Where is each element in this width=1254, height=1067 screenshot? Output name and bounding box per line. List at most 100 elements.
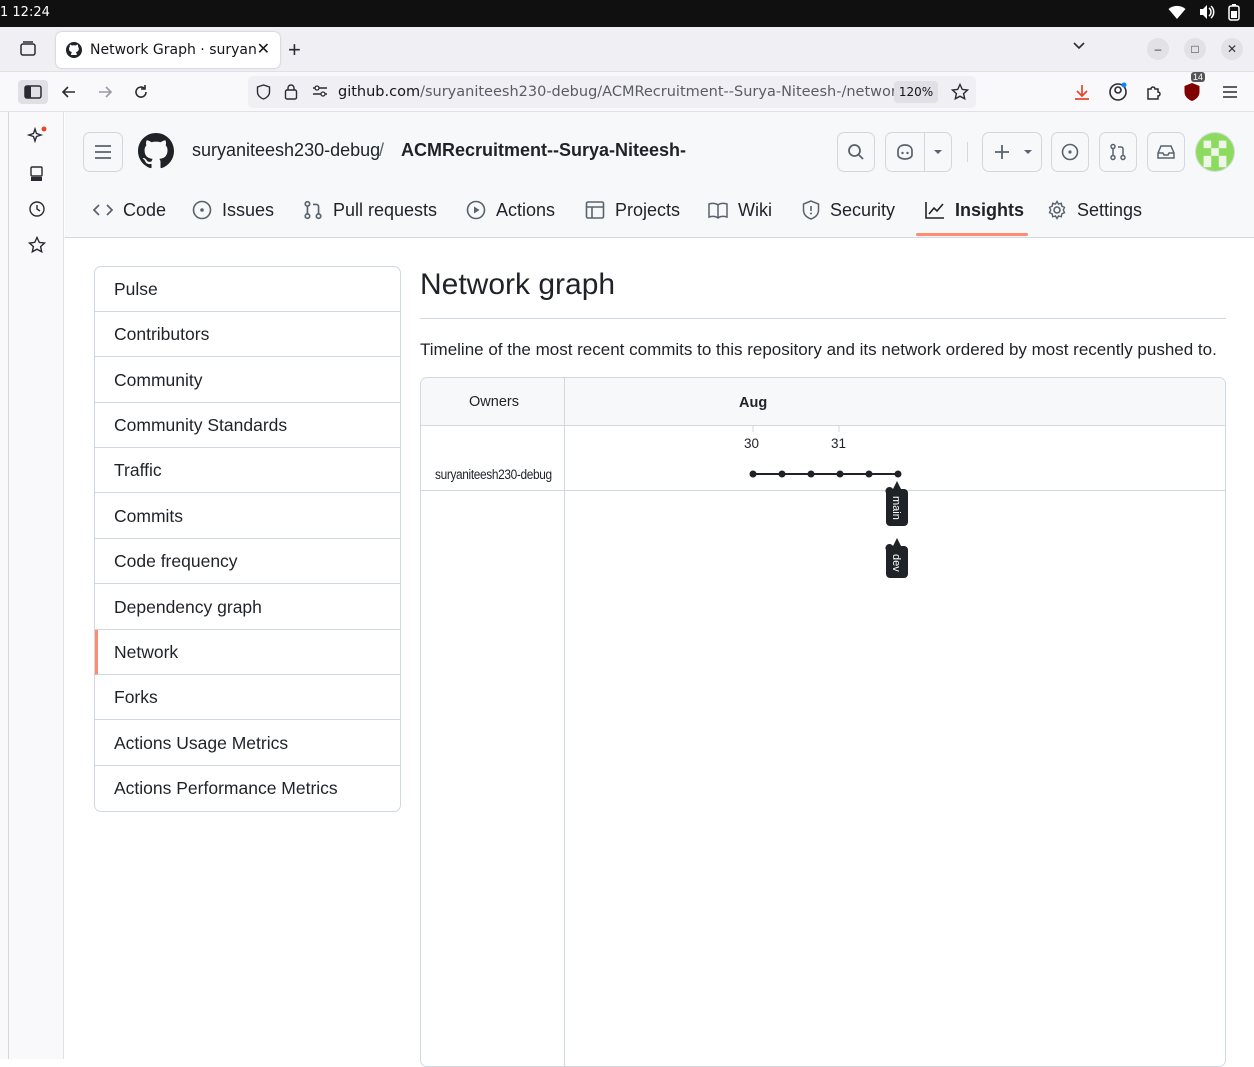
- breadcrumb-separator: /: [379, 140, 385, 160]
- os-top-bar: 1 12:24: [0, 0, 1254, 27]
- network-graph[interactable]: Owners Aug 30 31 suryaniteesh230-debug m…: [420, 377, 1226, 1067]
- hamburger-menu-icon[interactable]: [1218, 80, 1242, 104]
- tab-code[interactable]: Code: [93, 195, 166, 225]
- tab-wiki-label: Wiki: [738, 199, 772, 220]
- tab-actions-label: Actions: [496, 199, 556, 220]
- github-logo-icon[interactable]: [138, 133, 174, 174]
- tab-insights[interactable]: Insights: [925, 195, 1024, 225]
- zoom-level-badge[interactable]: 120%: [894, 81, 938, 103]
- commit-dot[interactable]: [836, 470, 844, 478]
- tab-code-label: Code: [123, 199, 167, 220]
- tab-actions[interactable]: Actions: [466, 195, 555, 225]
- tab-security[interactable]: Security: [802, 195, 895, 225]
- lock-icon[interactable]: [284, 83, 298, 104]
- window-maximize-button[interactable]: □: [1184, 38, 1206, 60]
- hamburger-icon: [95, 145, 111, 159]
- browser-sidebar: [0, 112, 64, 1059]
- menu-item-community-standards[interactable]: Community Standards: [95, 403, 400, 448]
- create-new-button[interactable]: [982, 132, 1042, 172]
- menu-item-pulse[interactable]: Pulse: [95, 267, 400, 312]
- github-favicon-icon: [66, 42, 82, 58]
- address-bar[interactable]: github.com/suryaniteesh230-debug/ACMRecr…: [248, 76, 976, 108]
- tab-title: Network Graph · suryaniteesh230: [90, 42, 256, 58]
- browser-tab-active[interactable]: Network Graph · suryaniteesh230 ✕: [56, 32, 280, 68]
- github-repo-header: suryaniteesh230-debug / ACMRecruitment--…: [65, 112, 1254, 238]
- tab-issues-label: Issues: [222, 199, 275, 220]
- git-pull-request-icon: [304, 200, 322, 220]
- menu-item-code-frequency[interactable]: Code frequency: [95, 539, 400, 584]
- commit-graph-canvas: main dev: [749, 425, 908, 578]
- global-nav-menu-button[interactable]: [83, 132, 123, 172]
- account-icon[interactable]: [1106, 80, 1130, 104]
- tab-issues[interactable]: Issues: [192, 195, 274, 225]
- window-close-button[interactable]: ✕: [1221, 38, 1243, 60]
- ublock-extension-icon[interactable]: 14: [1180, 72, 1206, 104]
- ai-sparkle-icon[interactable]: [26, 125, 48, 147]
- play-icon: [466, 200, 486, 220]
- menu-item-actions-usage-metrics[interactable]: Actions Usage Metrics: [95, 721, 400, 766]
- menu-item-network[interactable]: Network: [95, 630, 400, 675]
- url-path: /suryaniteesh230-debug/ACMRecruitment--S…: [420, 84, 906, 100]
- commit-dot[interactable]: [865, 470, 873, 478]
- inbox-icon: [1157, 145, 1175, 159]
- tab-list-chevron-icon[interactable]: [1071, 37, 1087, 58]
- synced-tabs-icon[interactable]: [26, 163, 48, 185]
- branch-label-main[interactable]: main: [885, 481, 908, 526]
- tab-settings[interactable]: Settings: [1047, 195, 1142, 225]
- title-divider: [420, 318, 1226, 319]
- avatar[interactable]: [1195, 132, 1235, 172]
- commit-dot[interactable]: [807, 470, 815, 478]
- menu-item-commits[interactable]: Commits: [95, 494, 400, 539]
- commit-dot[interactable]: [894, 470, 902, 478]
- menu-item-actions-performance-metrics[interactable]: Actions Performance Metrics: [95, 766, 400, 811]
- menu-item-forks[interactable]: Forks: [95, 675, 400, 720]
- tab-projects-label: Projects: [615, 199, 681, 220]
- inbox-button[interactable]: [1147, 132, 1185, 172]
- insights-side-menu: Pulse Contributors Community Community S…: [94, 266, 401, 812]
- breadcrumb-repo[interactable]: ACMRecruitment--Surya-Niteesh-: [401, 140, 686, 161]
- system-tray[interactable]: [1168, 4, 1240, 21]
- tab-pull-requests[interactable]: Pull requests: [303, 195, 437, 225]
- issue-opened-icon: [1061, 143, 1079, 161]
- downloads-icon[interactable]: [1070, 80, 1094, 104]
- extension-badge-count: 14: [1191, 72, 1206, 82]
- breadcrumb-owner[interactable]: suryaniteesh230-debug: [192, 140, 380, 161]
- sidebar-toggle-icon[interactable]: [18, 80, 48, 104]
- tracking-shield-icon[interactable]: [256, 84, 271, 104]
- commit-dot[interactable]: [778, 470, 786, 478]
- table-icon: [585, 201, 605, 219]
- branch-label-dev[interactable]: dev: [885, 538, 908, 578]
- commit-dot[interactable]: [749, 470, 757, 478]
- menu-item-traffic[interactable]: Traffic: [95, 448, 400, 493]
- tab-projects[interactable]: Projects: [585, 195, 680, 225]
- url-text[interactable]: github.com/suryaniteesh230-debug/ACMRecr…: [338, 84, 905, 100]
- menu-item-community[interactable]: Community: [95, 358, 400, 403]
- gear-icon: [1048, 200, 1066, 220]
- extensions-puzzle-icon[interactable]: [1142, 80, 1166, 104]
- bookmarks-star-icon[interactable]: [26, 234, 48, 256]
- plus-icon: [995, 145, 1009, 159]
- bookmark-star-icon[interactable]: [950, 82, 970, 105]
- menu-item-contributors[interactable]: Contributors: [95, 312, 400, 357]
- search-button[interactable]: [837, 132, 875, 172]
- new-tab-button[interactable]: +: [288, 37, 301, 63]
- back-arrow-icon[interactable]: [57, 80, 81, 104]
- tab-wiki[interactable]: Wiki: [708, 195, 772, 225]
- tab-settings-label: Settings: [1077, 199, 1143, 220]
- permissions-icon[interactable]: [312, 84, 328, 102]
- pull-requests-button[interactable]: [1099, 132, 1137, 172]
- window-minimize-button[interactable]: –: [1147, 38, 1169, 60]
- forward-arrow-icon[interactable]: [93, 80, 117, 104]
- chevron-down-icon: [934, 150, 942, 154]
- branch-main-text: main: [890, 496, 902, 520]
- volume-icon: [1200, 5, 1215, 19]
- tab-security-label: Security: [830, 199, 896, 220]
- tab-close-icon[interactable]: ✕: [257, 39, 270, 58]
- copilot-button[interactable]: [885, 132, 952, 172]
- history-clock-icon[interactable]: [26, 198, 48, 220]
- menu-item-dependency-graph[interactable]: Dependency graph: [95, 585, 400, 630]
- tab-insights-label: Insights: [955, 199, 1025, 220]
- tab-overview-icon[interactable]: [18, 39, 40, 61]
- reload-icon[interactable]: [129, 80, 153, 104]
- issues-button[interactable]: [1051, 132, 1089, 172]
